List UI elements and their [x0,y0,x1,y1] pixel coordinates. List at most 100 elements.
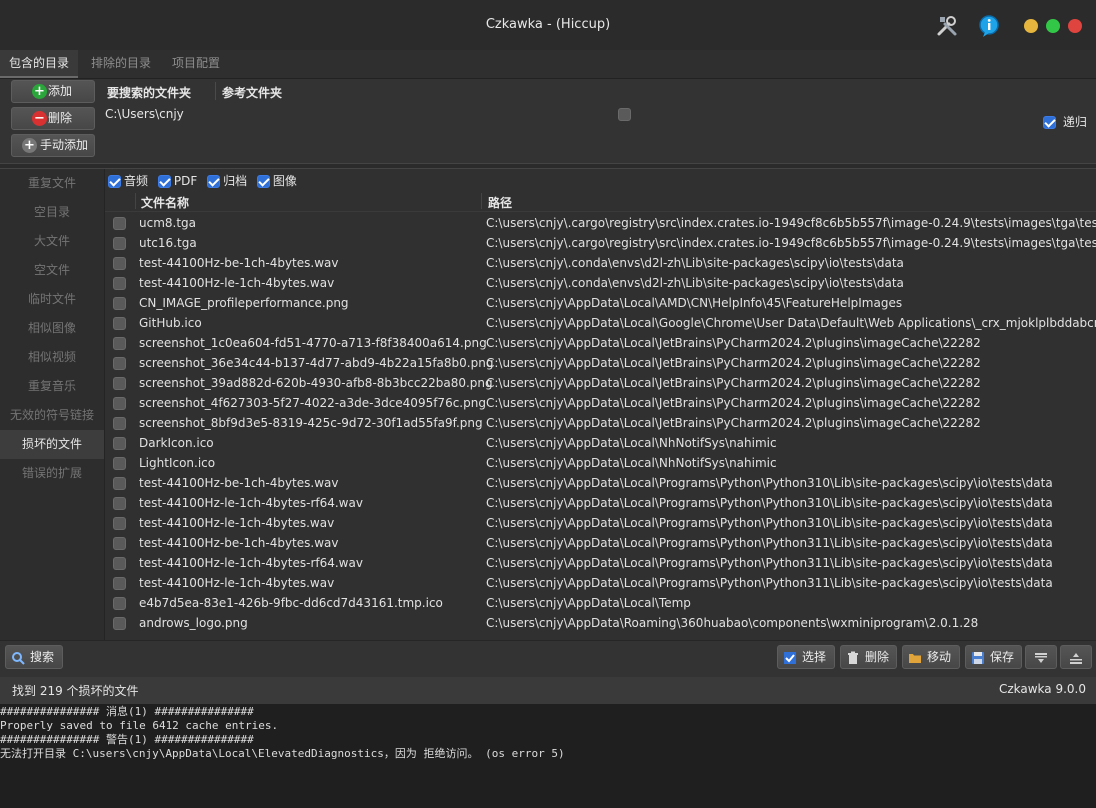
tools-icon[interactable] [935,14,959,38]
row-checkbox[interactable] [113,517,126,530]
col-path[interactable]: 路径 [488,194,512,211]
row-file-name: screenshot_4f627303-5f27-4022-a3de-3dce4… [139,396,486,410]
row-path: C:\users\cnjy\AppData\Local\Programs\Pyt… [486,516,1053,530]
row-checkbox[interactable] [113,277,126,290]
row-checkbox[interactable] [113,577,126,590]
row-path: C:\users\cnjy\.cargo\registry\src\index.… [486,216,1096,230]
filter-image[interactable]: 图像 [256,172,297,189]
select-button[interactable]: 选择 [777,645,835,669]
save-button[interactable]: 保存 [965,645,1022,669]
filter-archive-checkbox[interactable] [207,175,221,188]
table-row[interactable]: DarkIcon.ico C:\users\cnjy\AppData\Local\… [105,433,1096,453]
table-row[interactable]: androws_logo.png C:\users\cnjy\AppData\Ro… [105,613,1096,633]
row-checkbox[interactable] [113,237,126,250]
table-row[interactable]: screenshot_1c0ea604-fd51-4770-a713-f8f38… [105,333,1096,353]
table-row[interactable]: CN_IMAGE_profileperformance.png C:\users\… [105,293,1096,313]
select-label: 选择 [802,650,827,664]
filter-pdf-checkbox[interactable] [157,175,171,188]
tab-item-configuration[interactable]: 项目配置 [163,50,229,78]
row-path: C:\users\cnjy\AppData\Local\JetBrains\Py… [486,356,981,370]
table-row[interactable]: utc16.tga C:\users\cnjy\.cargo\registry\s… [105,233,1096,253]
filter-audio[interactable]: 音频 [108,172,148,189]
filter-image-checkbox[interactable] [256,175,270,188]
sidebar-item-similar-images[interactable]: 相似图像 [0,314,104,343]
remove-folder-label: 删除 [48,111,73,125]
row-checkbox[interactable] [113,557,126,570]
row-checkbox[interactable] [113,617,126,630]
row-checkbox[interactable] [113,317,126,330]
sidebar-item-duplicate-music[interactable]: 重复音乐 [0,372,104,401]
status-bar: 找到 219 个损坏的文件 Czkawka 9.0.0 [0,677,1096,704]
row-checkbox[interactable] [113,537,126,550]
table-row[interactable]: test-44100Hz-be-1ch-4bytes.wav C:\users\c… [105,473,1096,493]
trash-icon [846,650,860,664]
filter-pdf[interactable]: PDF [157,174,197,188]
table-row[interactable]: test-44100Hz-le-1ch-4bytes.wav C:\users\c… [105,513,1096,533]
sidebar-item-similar-videos[interactable]: 相似视频 [0,343,104,372]
sidebar-item-empty-folders[interactable]: 空目录 [0,198,104,227]
sidebar-item-big-files[interactable]: 大文件 [0,227,104,256]
table-row[interactable]: test-44100Hz-be-1ch-4bytes.wav C:\users\c… [105,253,1096,273]
row-checkbox[interactable] [113,337,126,350]
table-row[interactable]: test-44100Hz-le-1ch-4bytes.wav C:\users\c… [105,273,1096,293]
sidebar-item-duplicate-files[interactable]: 重复文件 [0,169,104,198]
minimize-button[interactable] [1024,19,1038,33]
maximize-button[interactable] [1046,19,1060,33]
row-file-name: LightIcon.ico [139,456,216,470]
filter-archive[interactable]: 归档 [207,172,247,189]
row-checkbox[interactable] [113,357,126,370]
recursive-toggle[interactable]: 递归 [1043,113,1087,130]
row-file-name: screenshot_39ad882d-620b-4930-afb8-8b3bc… [139,376,493,390]
sidebar-item-temporary-files[interactable]: 临时文件 [0,285,104,314]
table-row[interactable]: test-44100Hz-le-1ch-4bytes-rf64.wav C:\us… [105,493,1096,513]
table-row[interactable]: test-44100Hz-le-1ch-4bytes.wav C:\users\c… [105,573,1096,593]
table-row[interactable]: screenshot_8bf9d3e5-8319-425c-9d72-30f1a… [105,413,1096,433]
collapse-button[interactable] [1060,645,1092,669]
sidebar-item-invalid-symlinks[interactable]: 无效的符号链接 [0,401,104,430]
tab-excluded-directories[interactable]: 排除的目录 [82,50,160,78]
move-button[interactable]: 移动 [902,645,960,669]
filter-image-label: 图像 [272,174,297,188]
sort-button[interactable] [1025,645,1057,669]
row-checkbox[interactable] [113,297,126,310]
row-path: C:\users\cnjy\AppData\Local\Temp [486,596,691,610]
table-row[interactable]: e4b7d5ea-83e1-426b-9fbc-dd6cd7d43161.tmp… [105,593,1096,613]
row-checkbox[interactable] [113,497,126,510]
table-row[interactable]: GitHub.ico C:\users\cnjy\AppData\Local\Go… [105,313,1096,333]
close-button[interactable] [1068,19,1082,33]
recursive-checkbox[interactable] [1043,116,1056,129]
row-checkbox[interactable] [113,477,126,490]
row-path: C:\users\cnjy\AppData\Local\Programs\Pyt… [486,496,1053,510]
col-file-name[interactable]: 文件名称 [141,194,189,211]
row-checkbox[interactable] [113,437,126,450]
row-checkbox[interactable] [113,597,126,610]
remove-folder-button[interactable]: − 删除 [11,107,95,130]
table-row[interactable]: test-44100Hz-le-1ch-4bytes-rf64.wav C:\us… [105,553,1096,573]
table-row[interactable]: screenshot_36e34c44-b137-4d77-abd9-4b22a… [105,353,1096,373]
filter-audio-checkbox[interactable] [108,175,121,188]
table-row[interactable]: screenshot_4f627303-5f27-4022-a3de-3dce4… [105,393,1096,413]
table-row[interactable]: test-44100Hz-be-1ch-4bytes.wav C:\users\c… [105,533,1096,553]
delete-button[interactable]: 删除 [840,645,897,669]
row-checkbox[interactable] [113,377,126,390]
sidebar-item-broken-files[interactable]: 损坏的文件 [0,430,104,459]
row-checkbox[interactable] [113,457,126,470]
table-row[interactable]: screenshot_39ad882d-620b-4930-afb8-8b3bc… [105,373,1096,393]
tab-included-directories[interactable]: 包含的目录 [0,50,79,78]
manual-add-button[interactable]: + 手动添加 [11,134,95,157]
table-row[interactable]: ucm8.tga C:\users\cnjy\.cargo\registry\sr… [105,213,1096,233]
reference-folder-checkbox[interactable] [618,108,631,121]
save-label: 保存 [990,650,1015,664]
row-checkbox[interactable] [113,397,126,410]
row-path: C:\users\cnjy\AppData\Local\NhNotifSys\n… [486,436,777,450]
sidebar-item-bad-extensions[interactable]: 错误的扩展 [0,459,104,488]
row-checkbox[interactable] [113,257,126,270]
table-row[interactable]: LightIcon.ico C:\users\cnjy\AppData\Local… [105,453,1096,473]
search-button[interactable]: 搜索 [5,645,63,669]
row-checkbox[interactable] [113,417,126,430]
sidebar-item-empty-files[interactable]: 空文件 [0,256,104,285]
info-icon[interactable] [977,14,1001,38]
row-file-name: screenshot_36e34c44-b137-4d77-abd9-4b22a… [139,356,494,370]
row-checkbox[interactable] [113,217,126,230]
add-folder-button[interactable]: + 添加 [11,80,95,103]
